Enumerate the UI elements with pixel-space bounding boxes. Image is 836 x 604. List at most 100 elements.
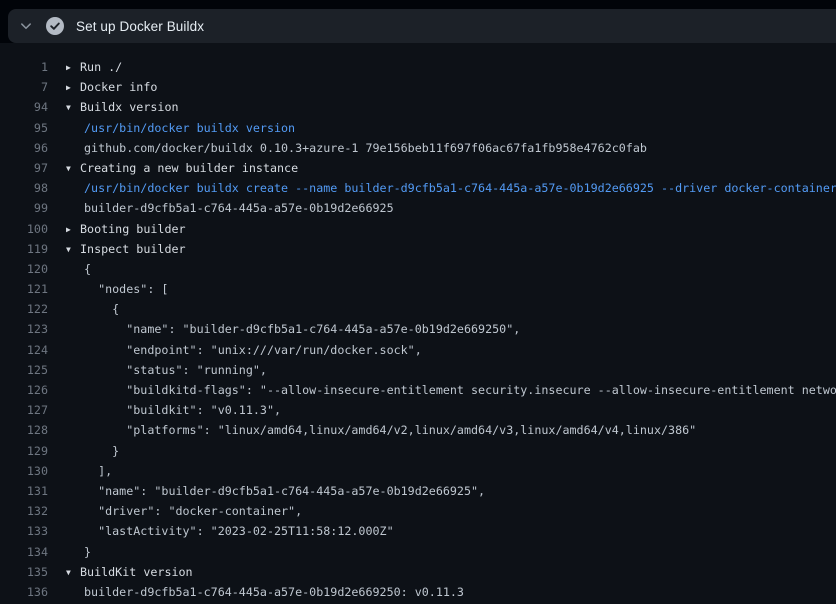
line-number[interactable]: 124 (0, 340, 48, 360)
log-line: 127 "buildkit": "v0.11.3", (0, 400, 836, 420)
output-text: "buildkit": "v0.11.3", (66, 400, 836, 420)
group-label: Creating a new builder instance (80, 161, 298, 175)
log-line: 129 } (0, 441, 836, 461)
output-text: "nodes": [ (66, 279, 836, 299)
group-label: Docker info (80, 80, 157, 94)
triangle-right-icon: ▶ (66, 78, 80, 97)
step-header[interactable]: Set up Docker Buildx (8, 9, 836, 43)
log-group-line: 7 ▶Docker info (0, 77, 836, 97)
line-number[interactable]: 125 (0, 360, 48, 380)
log-line: 123 "name": "builder-d9cfb5a1-c764-445a-… (0, 319, 836, 339)
triangle-down-icon: ▼ (66, 98, 80, 117)
group-label: Buildx version (80, 100, 179, 114)
line-number[interactable]: 123 (0, 319, 48, 339)
output-text: { (66, 299, 836, 319)
log-line: 124 "endpoint": "unix:///var/run/docker.… (0, 340, 836, 360)
log-group-line: 135 ▼BuildKit version (0, 562, 836, 582)
log-line: 121 "nodes": [ (0, 279, 836, 299)
output-text: { (66, 259, 836, 279)
output-text: } (66, 542, 836, 562)
log-group-toggle[interactable]: ▶Booting builder (66, 219, 836, 239)
log-group-line: 1 ▶Run ./ (0, 57, 836, 77)
log-line: 128 "platforms": "linux/amd64,linux/amd6… (0, 420, 836, 440)
line-number[interactable]: 1 (0, 57, 48, 77)
log-group-toggle[interactable]: ▼Buildx version (66, 97, 836, 117)
output-text: builder-d9cfb5a1-c764-445a-a57e-0b19d2e6… (66, 198, 836, 218)
line-number[interactable]: 95 (0, 118, 48, 138)
line-number[interactable]: 131 (0, 481, 48, 501)
group-label: Inspect builder (80, 242, 186, 256)
line-number[interactable]: 135 (0, 562, 48, 582)
output-text: "name": "builder-d9cfb5a1-c764-445a-a57e… (66, 319, 836, 339)
log-group-toggle[interactable]: ▼Creating a new builder instance (66, 158, 836, 178)
log-group-toggle[interactable]: ▼BuildKit version (66, 562, 836, 582)
output-text: "buildkitd-flags": "--allow-insecure-ent… (66, 380, 836, 400)
line-number[interactable]: 128 (0, 420, 48, 440)
group-label: BuildKit version (80, 565, 193, 579)
output-text: ], (66, 461, 836, 481)
line-number[interactable]: 97 (0, 158, 48, 178)
output-text: } (66, 441, 836, 461)
log-line: 134} (0, 542, 836, 562)
log-line: 122 { (0, 299, 836, 319)
line-number[interactable]: 121 (0, 279, 48, 299)
output-text: "name": "builder-d9cfb5a1-c764-445a-a57e… (66, 481, 836, 501)
chevron-down-icon[interactable] (19, 19, 33, 33)
log-lines: 1▶Run ./7▶Docker info94▼Buildx version95… (0, 57, 836, 602)
log-group-line: 100 ▶Booting builder (0, 219, 836, 239)
output-text: builder-d9cfb5a1-c764-445a-a57e-0b19d2e6… (66, 582, 836, 602)
line-number[interactable]: 130 (0, 461, 48, 481)
log-line: 120 { (0, 259, 836, 279)
line-number[interactable]: 96 (0, 138, 48, 158)
log-line: 130 ], (0, 461, 836, 481)
log-group-line: 94 ▼Buildx version (0, 97, 836, 117)
line-number[interactable]: 94 (0, 97, 48, 117)
log-line: 131 "name": "builder-d9cfb5a1-c764-445a-… (0, 481, 836, 501)
line-number[interactable]: 120 (0, 259, 48, 279)
log-line: 99 builder-d9cfb5a1-c764-445a-a57e-0b19d2… (0, 198, 836, 218)
group-label: Booting builder (80, 222, 186, 236)
line-number[interactable]: 122 (0, 299, 48, 319)
line-number[interactable]: 133 (0, 521, 48, 541)
log-line: 133 "lastActivity": "2023-02-25T11:58:12… (0, 521, 836, 541)
triangle-down-icon: ▼ (66, 159, 80, 178)
output-text: "lastActivity": "2023-02-25T11:58:12.000… (66, 521, 836, 541)
step-title: Set up Docker Buildx (76, 19, 204, 34)
check-circle-icon (46, 17, 64, 35)
line-number[interactable]: 99 (0, 198, 48, 218)
log-line: 126 "buildkitd-flags": "--allow-insecure… (0, 380, 836, 400)
triangle-down-icon: ▼ (66, 563, 80, 582)
log-line: 136 builder-d9cfb5a1-c764-445a-a57e-0b19d… (0, 582, 836, 602)
triangle-right-icon: ▶ (66, 58, 80, 77)
log-line: 95/usr/bin/docker buildx version (0, 118, 836, 138)
log-area: 1▶Run ./7▶Docker info94▼Buildx version95… (0, 43, 836, 604)
log-group-toggle[interactable]: ▶Run ./ (66, 57, 836, 77)
line-number[interactable]: 119 (0, 239, 48, 259)
command-text: /usr/bin/docker buildx version (66, 118, 836, 138)
triangle-right-icon: ▶ (66, 220, 80, 239)
log-line: 125 "status": "running", (0, 360, 836, 380)
output-text: "endpoint": "unix:///var/run/docker.sock… (66, 340, 836, 360)
log-line: 132 "driver": "docker-container", (0, 501, 836, 521)
group-label: Run ./ (80, 60, 122, 74)
triangle-down-icon: ▼ (66, 240, 80, 259)
log-group-line: 97 ▼Creating a new builder instance (0, 158, 836, 178)
log-group-toggle[interactable]: ▼Inspect builder (66, 239, 836, 259)
line-number[interactable]: 7 (0, 77, 48, 97)
log-line: 98/usr/bin/docker buildx create --name b… (0, 178, 836, 198)
line-number[interactable]: 129 (0, 441, 48, 461)
line-number[interactable]: 134 (0, 542, 48, 562)
line-number[interactable]: 126 (0, 380, 48, 400)
output-text: "status": "running", (66, 360, 836, 380)
line-number[interactable]: 136 (0, 582, 48, 602)
line-number[interactable]: 132 (0, 501, 48, 521)
log-group-toggle[interactable]: ▶Docker info (66, 77, 836, 97)
line-number[interactable]: 98 (0, 178, 48, 198)
line-number[interactable]: 100 (0, 219, 48, 239)
output-text: github.com/docker/buildx 0.10.3+azure-1 … (66, 138, 836, 158)
output-text: "platforms": "linux/amd64,linux/amd64/v2… (66, 420, 836, 440)
command-text: /usr/bin/docker buildx create --name bui… (66, 178, 836, 198)
line-number[interactable]: 127 (0, 400, 48, 420)
output-text: "driver": "docker-container", (66, 501, 836, 521)
log-line: 96 github.com/docker/buildx 0.10.3+azure-… (0, 138, 836, 158)
